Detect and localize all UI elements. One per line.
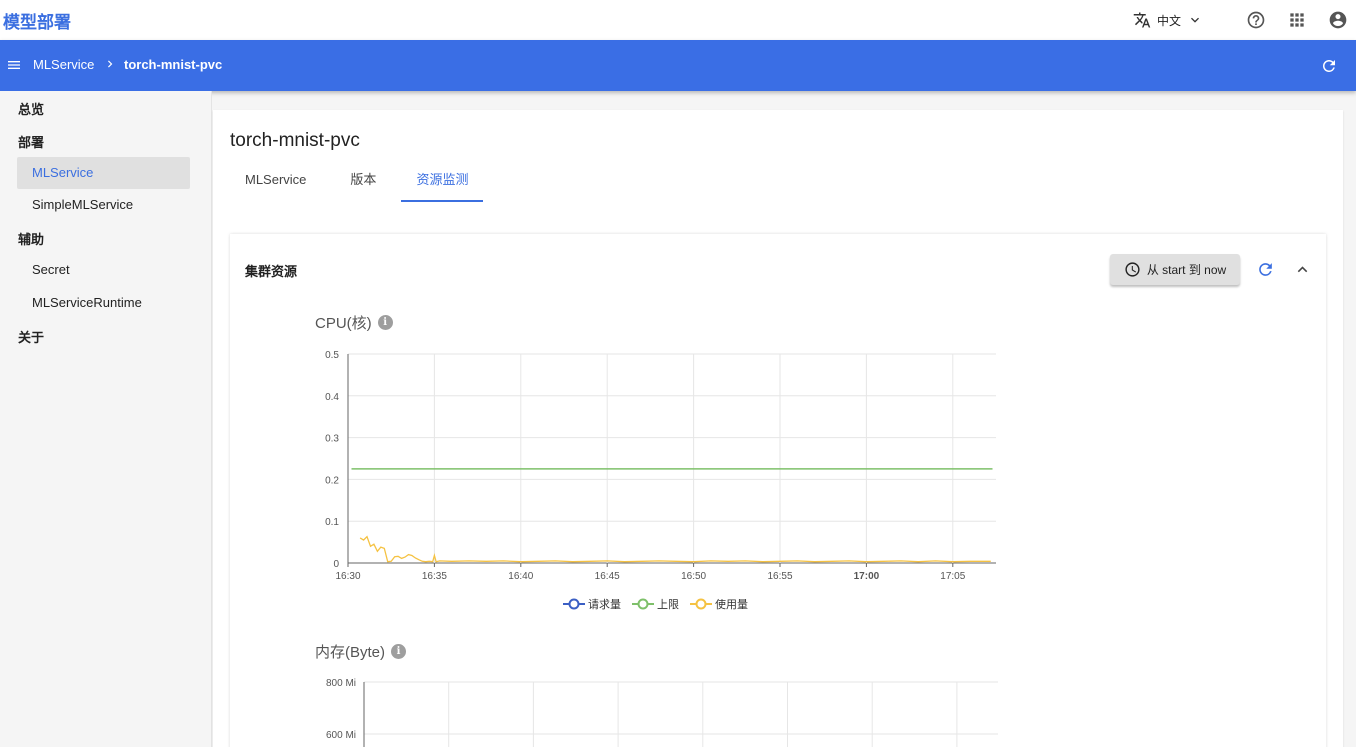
x-tick-label: 16:30 [335, 571, 360, 582]
sidebar-item-mlserviceruntime[interactable]: MLServiceRuntime [17, 287, 190, 319]
sidebar-item-secret[interactable]: Secret [17, 254, 190, 286]
legend-label-limit: 上限 [657, 598, 679, 611]
refresh-icon[interactable] [1320, 57, 1338, 80]
x-tick-label: 16:45 [595, 571, 620, 582]
legend-label-usage: 使用量 [715, 598, 748, 611]
account-icon[interactable] [1326, 8, 1350, 32]
chevron-down-icon [1191, 17, 1199, 23]
x-tick-label: 16:55 [767, 571, 792, 582]
breadcrumb-current: torch-mnist-pvc [124, 57, 223, 72]
sidebar: 总览 部署 MLService SimpleMLService 辅助 Secre… [0, 91, 212, 747]
sidebar-item-mlservice[interactable]: MLService [17, 157, 190, 189]
help-icon[interactable] [1244, 8, 1268, 32]
cluster-resources-panel: 集群资源 从 start 到 now CPU(核) i 0 0.1 0.2 0.3 0.… [230, 234, 1326, 747]
legend-item-limit[interactable]: 上限 [632, 596, 679, 612]
y-tick-label: 600 Mi [326, 730, 356, 741]
legend-item-request[interactable]: 请求量 [563, 596, 621, 612]
legend-marker-usage [690, 598, 712, 610]
x-tick-label: 16:40 [508, 571, 533, 582]
sidebar-item-simplemlservice[interactable]: SimpleMLService [17, 189, 190, 221]
y-tick-label: 0.2 [325, 475, 339, 486]
sidebar-item-about[interactable]: 关于 [18, 327, 44, 346]
app-title[interactable]: 模型部署 [3, 8, 71, 33]
sidebar-item-overview[interactable]: 总览 [18, 99, 44, 118]
cpu-chart: 0 0.1 0.2 0.3 0.4 0.5 16:30 16:35 16:40 16:45 16:5… [325, 350, 996, 582]
legend-marker-request [563, 598, 585, 610]
tab-bar: MLService 版本 资源监测 [230, 162, 484, 202]
sidebar-group-deploy: 部署 [18, 136, 45, 151]
y-tick-label: 0.5 [325, 350, 339, 361]
legend-label-request: 请求量 [588, 598, 621, 611]
nav-bar: MLService torch-mnist-pvc [0, 40, 1356, 91]
y-tick-label: 0 [333, 559, 339, 570]
breadcrumb-parent[interactable]: MLService [33, 57, 94, 72]
x-tick-label: 16:50 [681, 571, 706, 582]
language-label: 中文 [1156, 13, 1181, 28]
memory-chart: 800 Mi 600 Mi [326, 678, 998, 747]
y-tick-label: 0.3 [325, 434, 339, 445]
chevron-right-icon [103, 56, 117, 75]
top-header: 模型部署 中文 [0, 0, 1356, 40]
tab-resource-monitoring[interactable]: 资源监测 [401, 162, 484, 202]
y-tick-label: 0.4 [325, 392, 339, 403]
legend-item-usage[interactable]: 使用量 [690, 596, 748, 612]
apps-icon[interactable] [1285, 8, 1309, 32]
top-actions: 中文 [1133, 0, 1350, 40]
x-tick-label: 16:35 [422, 571, 447, 582]
main-content: torch-mnist-pvc MLService 版本 资源监测 集群资源 从… [213, 110, 1343, 747]
sidebar-group-auxiliary: 辅助 [18, 233, 45, 248]
x-tick-label: 17:00 [854, 571, 880, 582]
x-tick-label: 17:05 [940, 571, 965, 582]
language-switcher[interactable]: 中文 [1133, 11, 1209, 29]
page-title: torch-mnist-pvc [230, 130, 360, 151]
series-usage-line [359, 535, 991, 563]
y-tick-label: 0.1 [325, 517, 339, 528]
menu-icon[interactable] [6, 57, 22, 78]
tab-mlservice[interactable]: MLService [230, 162, 321, 202]
tab-versions[interactable]: 版本 [335, 162, 391, 202]
legend-marker-limit [632, 598, 654, 610]
translate-icon [1133, 12, 1151, 28]
cpu-chart-legend: 请求量 上限 使用量 [563, 596, 759, 612]
y-tick-label: 800 Mi [326, 678, 356, 689]
